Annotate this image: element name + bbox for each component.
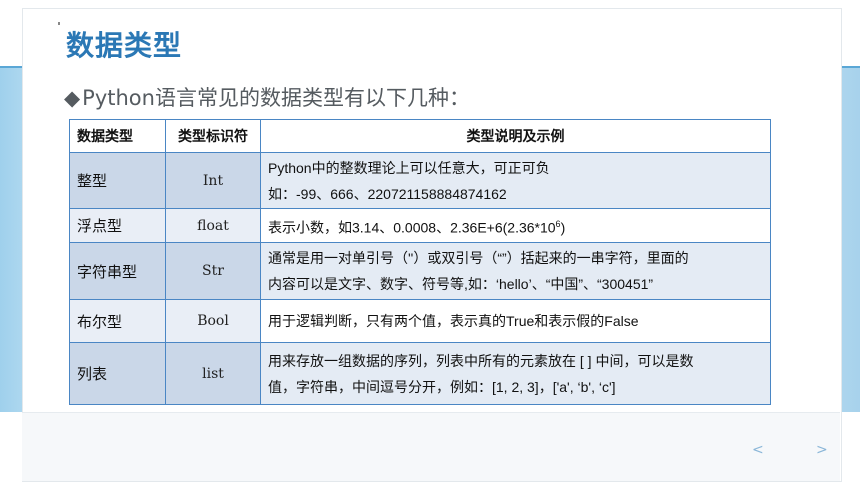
description-line: 如：-99、666、220721158884874162 xyxy=(268,185,507,202)
description-line: 用来存放一组数据的序列，列表中所有的元素放在 [ ] 中间，可以是数 xyxy=(268,352,694,369)
cell-identifier: Str xyxy=(165,242,261,300)
cell-type: 整型 xyxy=(69,152,166,209)
title-marker xyxy=(58,22,60,25)
description-tail: ) xyxy=(560,219,566,236)
cell-type: 字符串型 xyxy=(69,242,166,300)
subtitle-text: Python语言常见的数据类型有以下几种： xyxy=(82,86,470,110)
description-text: 表示小数，如3.14、0.0008、2.36E+6(2.36*10 xyxy=(268,219,556,236)
cell-type: 列表 xyxy=(69,342,166,405)
table-row: 浮点型 float 表示小数，如3.14、0.0008、2.36E+6(2.36… xyxy=(69,208,771,243)
description-line: 通常是用一对单引号（''）或双引号（“”）括起来的一串字符，里面的 xyxy=(268,250,689,266)
header-description: 类型说明及示例 xyxy=(260,119,771,153)
slide-title: 数据类型 xyxy=(66,30,183,61)
data-types-table: 数据类型 类型标识符 类型说明及示例 整型 Int Python中的整数理论上可… xyxy=(69,119,771,405)
next-slide-button[interactable]: > xyxy=(816,442,828,458)
slide-subtitle: ◆Python语言常见的数据类型有以下几种： xyxy=(64,82,470,112)
header-identifier: 类型标识符 xyxy=(165,119,261,153)
cell-description: 用来存放一组数据的序列，列表中所有的元素放在 [ ] 中间，可以是数 值，字符串… xyxy=(260,342,771,405)
cell-description: 通常是用一对单引号（''）或双引号（“”）括起来的一串字符，里面的 内容可以是文… xyxy=(260,242,771,300)
diamond-bullet-icon: ◆ xyxy=(64,86,81,110)
cell-identifier: Bool xyxy=(165,299,261,343)
cell-type: 浮点型 xyxy=(69,208,166,243)
cell-identifier: Int xyxy=(165,152,261,209)
description-line: Python中的整数理论上可以任意大，可正可负 xyxy=(268,159,550,176)
slide-footer xyxy=(22,412,840,481)
description-line: 值，字符串，中间逗号分开，例如：[1, 2, 3]，['a', ‘b', ‘c'… xyxy=(268,378,616,395)
cell-type: 布尔型 xyxy=(69,299,166,343)
description-line: 内容可以是文字、数字、符号等,如：‘hello’、“中国”、“300451” xyxy=(268,276,654,292)
header-type: 数据类型 xyxy=(69,119,166,153)
table-row: 字符串型 Str 通常是用一对单引号（''）或双引号（“”）括起来的一串字符，里… xyxy=(69,242,771,300)
table-header-row: 数据类型 类型标识符 类型说明及示例 xyxy=(69,119,771,153)
table-row: 整型 Int Python中的整数理论上可以任意大，可正可负 如：-99、666… xyxy=(69,152,771,209)
table-row: 布尔型 Bool 用于逻辑判断，只有两个值，表示真的True和表示假的False xyxy=(69,299,771,343)
cell-identifier: list xyxy=(165,342,261,405)
cell-description: 表示小数，如3.14、0.0008、2.36E+6(2.36*106) xyxy=(260,208,771,243)
cell-identifier: float xyxy=(165,208,261,243)
cell-description: Python中的整数理论上可以任意大，可正可负 如：-99、666、220721… xyxy=(260,152,771,209)
prev-slide-button[interactable]: < xyxy=(752,442,764,458)
cell-description: 用于逻辑判断，只有两个值，表示真的True和表示假的False xyxy=(260,299,771,343)
table-row: 列表 list 用来存放一组数据的序列，列表中所有的元素放在 [ ] 中间，可以… xyxy=(69,342,771,405)
